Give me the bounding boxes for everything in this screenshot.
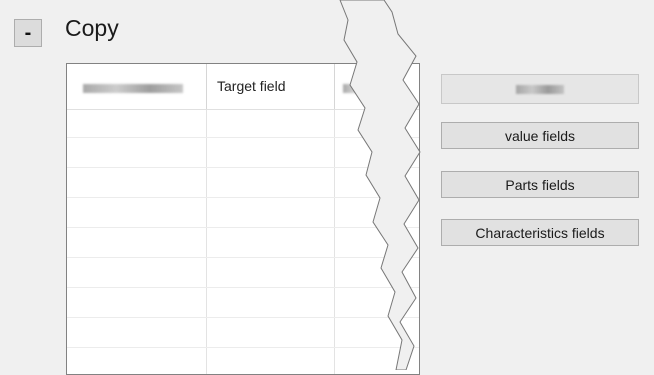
torn-gap (339, 0, 421, 370)
torn-edge-overlay (339, 0, 421, 370)
